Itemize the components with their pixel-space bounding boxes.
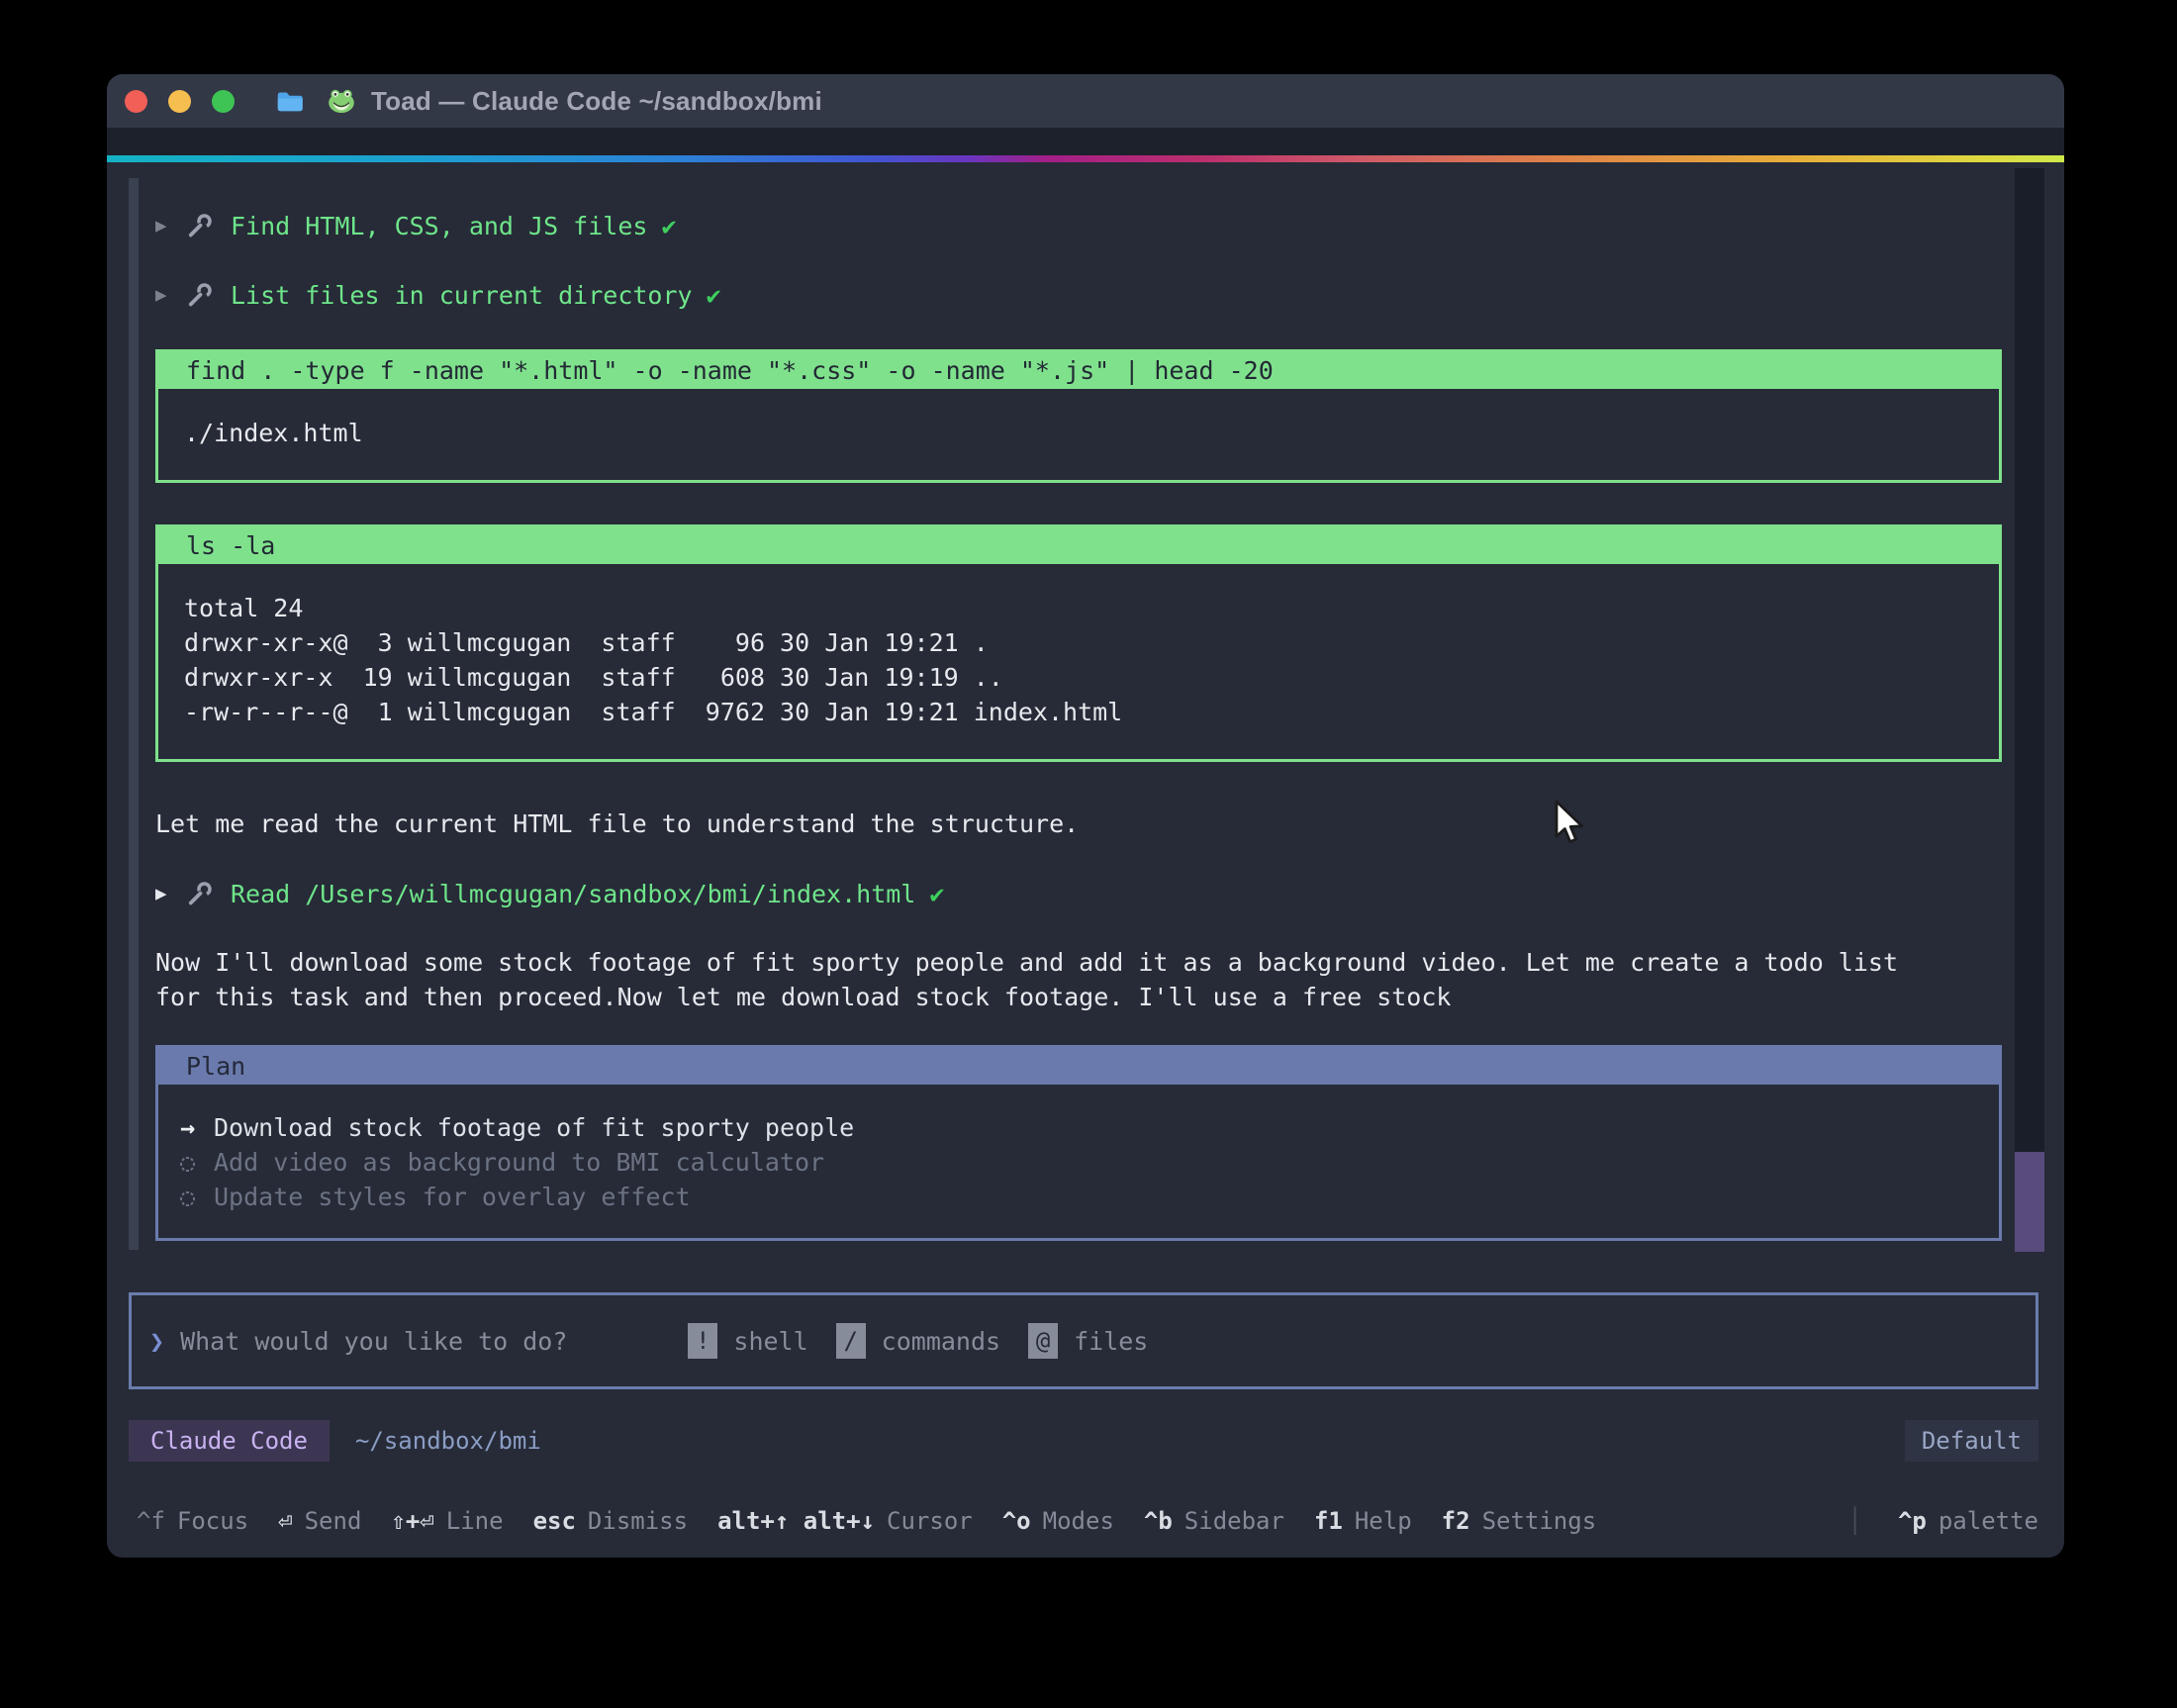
plan-item-label: Download stock footage of fit sporty peo… (214, 1110, 854, 1145)
plan-panel: Plan → Download stock footage of fit spo… (155, 1045, 2002, 1241)
disclosure-triangle-icon: ▶ (155, 284, 185, 306)
close-button[interactable] (125, 90, 147, 113)
hint-commands: / commands (836, 1323, 1000, 1359)
check-icon: ✔ (707, 281, 721, 310)
commands-key-badge: / (836, 1323, 866, 1359)
status-bar: Claude Code ~/sandbox/bmi Default (129, 1420, 2038, 1462)
folder-icon (274, 86, 304, 116)
prompt-chevron-icon: ❯ (149, 1327, 164, 1356)
mode-selector[interactable]: Default (1905, 1420, 2038, 1462)
titlebar-strip (107, 128, 2064, 155)
footer-right: │ ^p palette (1847, 1507, 2038, 1535)
chat-log: ▶ Find HTML, CSS, and JS files ✔ ▶ (155, 162, 2002, 1360)
mouse-cursor (1549, 800, 1592, 851)
plan-item-label: Add video as background to BMI calculato… (214, 1145, 824, 1180)
assistant-message: Now I'll download some stock footage of … (155, 945, 2002, 1014)
files-key-badge: @ (1028, 1323, 1058, 1359)
assistant-message: Let me read the current HTML file to und… (155, 807, 2002, 841)
window-title: Toad — Claude Code ~/sandbox/bmi (371, 86, 822, 117)
plan-title: Plan (158, 1048, 1999, 1085)
disclosure-triangle-icon: ▶ (155, 215, 185, 237)
traffic-lights (125, 90, 235, 113)
screen: Toad — Claude Code ~/sandbox/bmi ▶ Find … (0, 0, 2177, 1708)
check-icon: ✔ (929, 880, 944, 908)
prompt-input[interactable]: ❯ What would you like to do? ! shell / c… (129, 1292, 2038, 1389)
frog-icon (326, 85, 357, 117)
tool-call-label: Find HTML, CSS, and JS files (231, 212, 647, 240)
message-line: for this task and then proceed.Now let m… (155, 980, 2002, 1014)
shell-command: ls -la (158, 527, 1999, 564)
shell-block-ls: ls -la total 24 drwxr-xr-x@ 3 willmcguga… (155, 524, 2002, 762)
input-hints: ! shell / commands @ files (688, 1323, 1148, 1359)
terminal-window: Toad — Claude Code ~/sandbox/bmi ▶ Find … (107, 74, 2064, 1558)
disclosure-triangle-icon: ▶ (155, 883, 185, 904)
input-placeholder: What would you like to do? (180, 1327, 567, 1356)
hint-files: @ files (1028, 1323, 1148, 1359)
keybinding-focus[interactable]: ^f Focus (137, 1507, 248, 1535)
plan-item-label: Update styles for overlay effect (214, 1180, 691, 1214)
keybinding-modes[interactable]: ^o Modes (1002, 1507, 1114, 1535)
keybinding-cursor[interactable]: alt+↑ alt+↓ Cursor (717, 1507, 973, 1535)
tool-call-find-files[interactable]: ▶ Find HTML, CSS, and JS files ✔ (155, 208, 2002, 243)
agent-badge: Claude Code (129, 1420, 330, 1462)
keybinding-send[interactable]: ⏎ Send (278, 1507, 361, 1535)
tool-call-label: Read /Users/willmcgugan/sandbox/bmi/inde… (231, 880, 915, 908)
plan-item: → Download stock footage of fit sporty p… (180, 1110, 1999, 1145)
shell-block-find: find . -type f -name "*.html" -o -name "… (155, 349, 2002, 483)
wrench-icon (185, 280, 215, 310)
shell-key-badge: ! (688, 1323, 717, 1359)
pending-circle-icon: ◌ (180, 1180, 214, 1214)
keybinding-settings[interactable]: f2 Settings (1442, 1507, 1597, 1535)
keybinding-dismiss[interactable]: esc Dismiss (533, 1507, 689, 1535)
keybinding-palette[interactable]: ^p palette (1898, 1507, 2038, 1535)
keybinding-help[interactable]: f1 Help (1314, 1507, 1412, 1535)
message-line: Now I'll download some stock footage of … (155, 945, 2002, 980)
title-bar[interactable]: Toad — Claude Code ~/sandbox/bmi (107, 74, 2064, 128)
keybinding-sidebar[interactable]: ^b Sidebar (1144, 1507, 1284, 1535)
wrench-icon (185, 879, 215, 908)
footer-divider: │ (1847, 1507, 1861, 1535)
in-progress-arrow-icon: → (180, 1110, 214, 1145)
shell-output: total 24 drwxr-xr-x@ 3 willmcgugan staff… (158, 564, 1999, 759)
shell-output: ./index.html (158, 389, 1999, 480)
working-directory: ~/sandbox/bmi (355, 1427, 541, 1455)
tool-call-list-files[interactable]: ▶ List files in current directory ✔ (155, 277, 2002, 313)
shell-command: find . -type f -name "*.html" -o -name "… (158, 352, 1999, 389)
plan-item: ◌ Add video as background to BMI calcula… (180, 1145, 1999, 1180)
tool-call-read-file[interactable]: ▶ Read /Users/willmcgugan/sandbox/bmi/in… (155, 876, 2002, 911)
keybinding-line[interactable]: ⇧+⏎ Line (391, 1507, 503, 1535)
maximize-button[interactable] (212, 90, 235, 113)
hint-shell: ! shell (688, 1323, 807, 1359)
inner-scrollbar[interactable] (129, 178, 139, 1250)
check-icon: ✔ (661, 212, 676, 240)
wrench-icon (185, 211, 215, 240)
rainbow-gradient-bar (107, 155, 2064, 162)
pending-circle-icon: ◌ (180, 1145, 214, 1180)
keybinding-footer: ^f Focus ⏎ Send ⇧+⏎ Line esc Dismiss alt… (137, 1501, 2038, 1541)
chat-scrollbar-thumb[interactable] (2015, 1152, 2044, 1252)
plan-item: ◌ Update styles for overlay effect (180, 1180, 1999, 1214)
tool-call-label: List files in current directory (231, 281, 693, 310)
chat-scrollbar-track[interactable] (2015, 168, 2044, 1252)
minimize-button[interactable] (168, 90, 191, 113)
plan-list: → Download stock footage of fit sporty p… (158, 1085, 1999, 1238)
